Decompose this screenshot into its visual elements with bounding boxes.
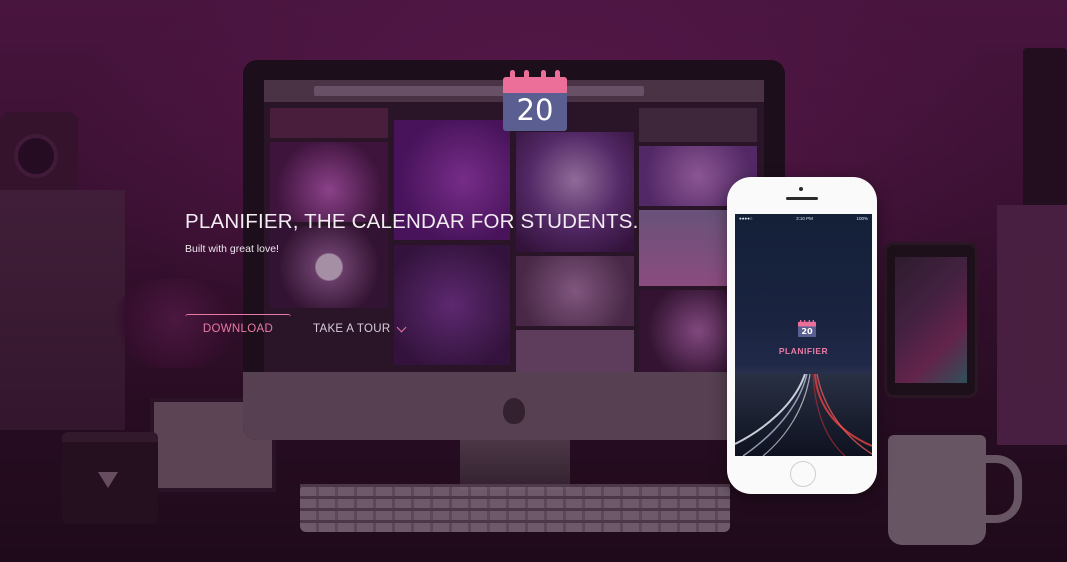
- take-a-tour-button[interactable]: TAKE A TOUR: [313, 320, 407, 338]
- calendar-icon: 20: [503, 70, 567, 131]
- app-name: PLANIFIER: [778, 346, 829, 356]
- chevron-down-icon: [397, 322, 407, 332]
- page-subtitle: Built with great love!: [185, 243, 279, 255]
- phone-camera: [799, 187, 803, 191]
- logo-day: 20: [517, 93, 554, 127]
- take-a-tour-label: TAKE A TOUR: [313, 323, 391, 335]
- app-calendar-icon: 20: [798, 319, 816, 337]
- light-trails-image: [735, 374, 872, 456]
- phone-speaker: [786, 197, 818, 200]
- signal-icon: ●●●●○: [739, 216, 753, 221]
- app-logo-day: 20: [801, 326, 813, 336]
- download-button[interactable]: DOWNLOAD: [185, 314, 291, 342]
- phone-status-bar: ●●●●○ 3:10 PM 100%: [735, 214, 872, 223]
- status-battery: 100%: [856, 216, 868, 221]
- hero-section: 20 PLANIFIER, THE CALENDAR FOR STUDENTS.…: [0, 0, 1067, 562]
- status-time: 3:10 PM: [796, 216, 813, 221]
- page-title: PLANIFIER, THE CALENDAR FOR STUDENTS.: [185, 210, 639, 233]
- phone-screen: ●●●●○ 3:10 PM 100% 20 PLANIFIER: [735, 214, 872, 456]
- download-button-label: DOWNLOAD: [202, 322, 274, 335]
- phone-home-button: [790, 461, 816, 487]
